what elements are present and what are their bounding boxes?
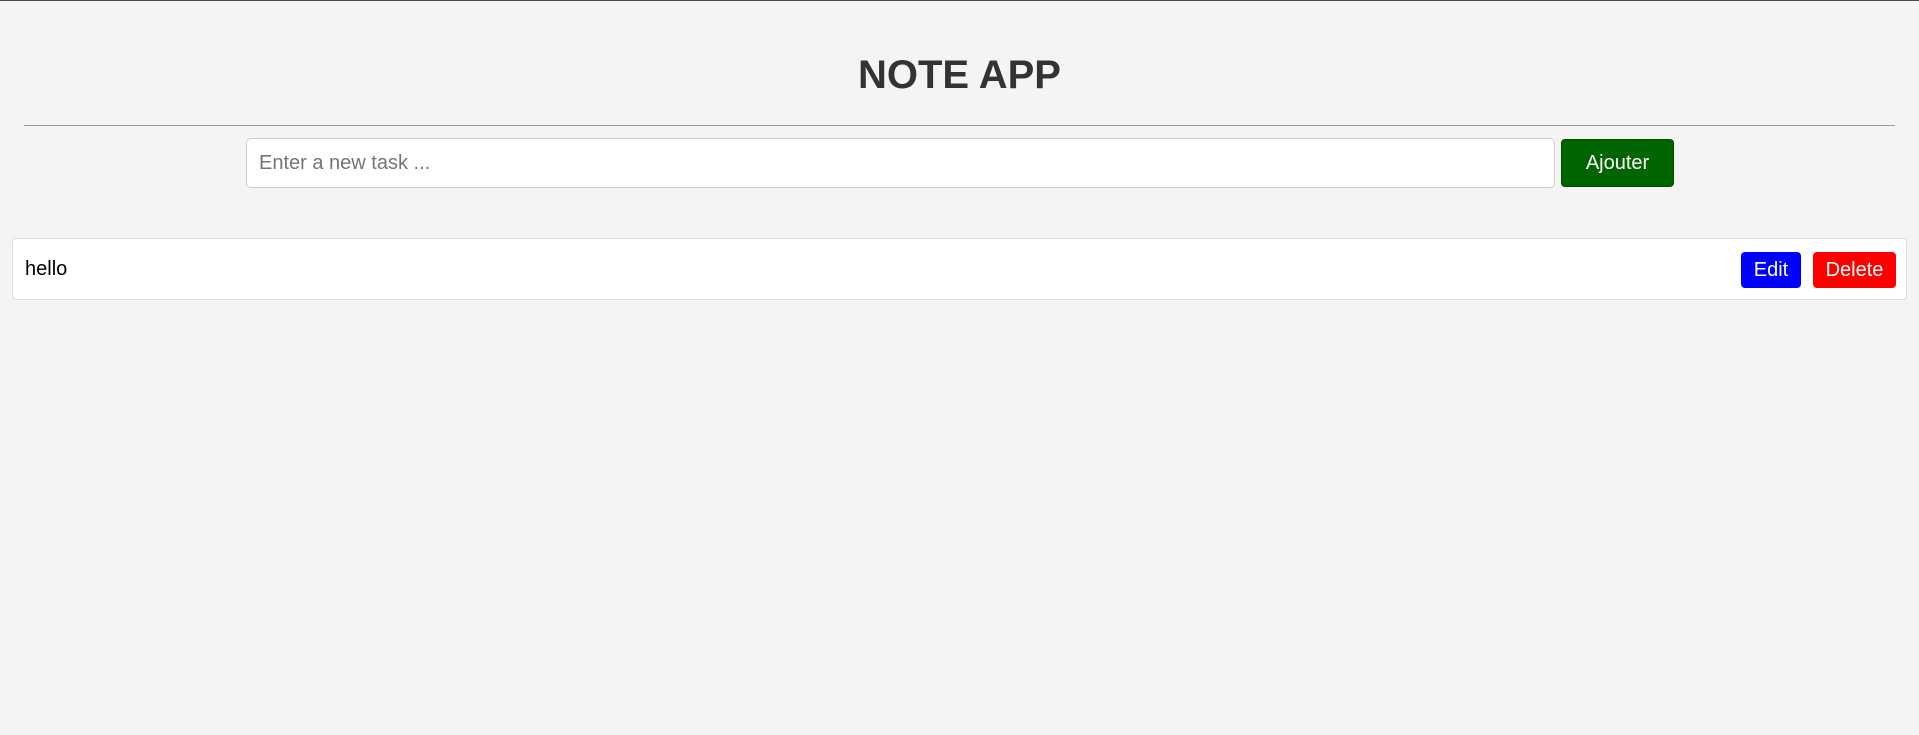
task-item: hello Edit Delete — [12, 238, 1907, 300]
new-task-input[interactable] — [246, 138, 1555, 188]
delete-task-button[interactable]: Delete — [1813, 252, 1896, 288]
page-title: NOTE APP — [858, 53, 1061, 97]
title-divider — [24, 125, 1895, 126]
task-text: hello — [25, 258, 68, 280]
add-task-button[interactable]: Ajouter — [1561, 139, 1674, 187]
task-list: hello Edit Delete — [12, 238, 1907, 300]
edit-task-button[interactable]: Edit — [1741, 252, 1801, 288]
